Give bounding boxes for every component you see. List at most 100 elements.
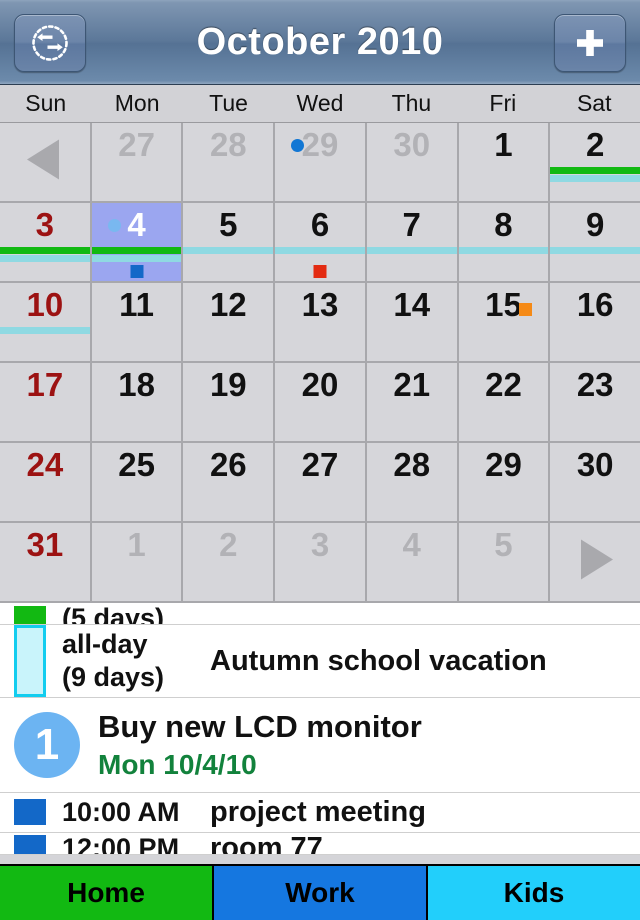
weekday-sat: Sat (576, 90, 612, 116)
list-item-clipped-bottom[interactable]: 12:00 PM room 77 (0, 832, 640, 855)
day-number: 8 (494, 206, 513, 243)
day-cell-2[interactable]: 2 (550, 123, 640, 203)
tab-home[interactable]: Home (0, 866, 214, 920)
weekday-wed: Wed (296, 90, 344, 116)
triangle-right-icon (567, 532, 623, 593)
event-title: Autumn school vacation (210, 644, 547, 677)
day-cell-27[interactable]: 27 (275, 443, 367, 523)
day-number: 23 (576, 366, 614, 403)
multiday-event-bar (0, 255, 90, 262)
event-square-marker (519, 303, 533, 316)
day-cell-5[interactable]: 5 (183, 203, 276, 283)
day-cell-9[interactable]: 9 (550, 203, 640, 283)
day-cell-13[interactable]: 13 (275, 283, 367, 363)
day-number: 30 (393, 126, 431, 163)
day-number: 28 (393, 446, 431, 483)
day-cell-16[interactable]: 16 (550, 283, 640, 363)
day-cell-27[interactable]: 27 (91, 123, 184, 203)
event-color-swatch (14, 625, 46, 697)
list-item-timed-event[interactable]: 10:00 AM project meeting (0, 792, 640, 833)
day-cell-4[interactable]: 4 (366, 523, 459, 603)
day-cell-25[interactable]: 25 (91, 443, 184, 523)
day-cell-31[interactable]: 31 (0, 523, 92, 603)
day-number: 14 (393, 286, 431, 323)
calendar-app: October 2010 Sun Mon Tue Wed Thu Fri Sat… (0, 0, 640, 920)
day-number: 25 (118, 446, 155, 483)
event-color-swatch (14, 799, 46, 826)
day-cell-23[interactable]: 23 (550, 363, 640, 443)
day-cell-1[interactable]: 1 (91, 523, 184, 603)
list-item-task[interactable]: 1 Buy new LCD monitor Mon 10/4/10 (0, 698, 640, 793)
event-list: (5 days) all-day (9 days) Autumn school … (0, 603, 640, 855)
week-row: 10 11 12 13 14 15 16 (0, 283, 640, 363)
day-number: 27 (118, 126, 155, 163)
day-cell-8[interactable]: 8 (458, 203, 551, 283)
day-cell-28[interactable]: 28 (366, 443, 459, 523)
day-cell-14[interactable]: 14 (366, 283, 459, 363)
day-number: 12 (209, 286, 247, 323)
multiday-event-bar (275, 247, 365, 254)
sync-button[interactable] (14, 14, 86, 72)
day-cell-5[interactable]: 5 (458, 523, 551, 603)
day-cell-4[interactable]: 4 (91, 203, 184, 283)
event-square-marker (130, 265, 144, 278)
day-cell-29[interactable]: 29 (275, 123, 367, 203)
month-grid: 27 28 29 30 1 2 3 4 5 6 7 8 9 10 11 12 13 14 15 16 17 18 19 20 2… (0, 123, 640, 603)
day-cell-10[interactable]: 10 (0, 283, 92, 363)
day-number: 29 (485, 446, 522, 483)
event-color-swatch (14, 835, 46, 854)
week-row: 24 25 26 27 28 29 30 (0, 443, 640, 523)
day-cell-7[interactable]: 7 (366, 203, 459, 283)
prev-month-button[interactable] (0, 123, 92, 203)
day-number: 4 (127, 206, 146, 243)
day-number: 26 (209, 446, 247, 483)
day-cell-29[interactable]: 29 (458, 443, 551, 523)
multiday-event-bar (91, 247, 182, 254)
day-cell-26[interactable]: 26 (183, 443, 276, 523)
day-cell-15[interactable]: 15 (458, 283, 551, 363)
event-title: room 77 (210, 832, 323, 855)
day-number: 5 (219, 206, 238, 243)
event-duration: (9 days) (62, 662, 165, 692)
weekday-sun: Sun (25, 90, 67, 116)
week-row: 17 18 19 20 21 22 23 (0, 363, 640, 443)
task-info: Buy new LCD monitor Mon 10/4/10 (98, 708, 422, 782)
task-priority-badge: 1 (14, 711, 80, 778)
day-cell-3[interactable]: 3 (0, 203, 92, 283)
event-color-swatch (14, 605, 46, 624)
tab-work[interactable]: Work (214, 866, 428, 920)
add-event-button[interactable] (554, 14, 626, 72)
day-cell-6[interactable]: 6 (275, 203, 367, 283)
day-cell-22[interactable]: 22 (458, 363, 551, 443)
day-cell-18[interactable]: 18 (91, 363, 184, 443)
day-cell-12[interactable]: 12 (183, 283, 276, 363)
day-cell-1[interactable]: 1 (458, 123, 551, 203)
week-row: 27 28 29 30 1 2 (0, 123, 640, 203)
day-number: 9 (585, 206, 605, 243)
day-cell-21[interactable]: 21 (366, 363, 459, 443)
day-cell-28[interactable]: 28 (183, 123, 276, 203)
day-number: 18 (118, 366, 155, 403)
day-cell-2[interactable]: 2 (183, 523, 276, 603)
day-number: 13 (301, 286, 339, 323)
tab-kids[interactable]: Kids (428, 866, 640, 920)
day-cell-24[interactable]: 24 (0, 443, 92, 523)
next-month-button[interactable] (550, 523, 640, 603)
day-cell-30[interactable]: 30 (366, 123, 459, 203)
event-duration: (5 days) (62, 603, 165, 625)
day-cell-20[interactable]: 20 (275, 363, 367, 443)
list-item-allday-event[interactable]: all-day (9 days) Autumn school vacation (0, 625, 640, 698)
day-cell-19[interactable]: 19 (183, 363, 276, 443)
multiday-event-bar (550, 247, 640, 254)
day-number: 24 (26, 446, 64, 483)
day-cell-11[interactable]: 11 (91, 283, 184, 363)
day-number: 15 (485, 286, 522, 323)
day-number: 30 (576, 446, 614, 483)
list-item-clipped-top[interactable]: (5 days) (0, 603, 640, 625)
weekday-fri: Fri (489, 90, 517, 116)
multiday-event-bar (550, 167, 640, 174)
triangle-left-icon (17, 132, 73, 193)
day-cell-30[interactable]: 30 (550, 443, 640, 523)
day-cell-17[interactable]: 17 (0, 363, 92, 443)
day-cell-3[interactable]: 3 (275, 523, 367, 603)
